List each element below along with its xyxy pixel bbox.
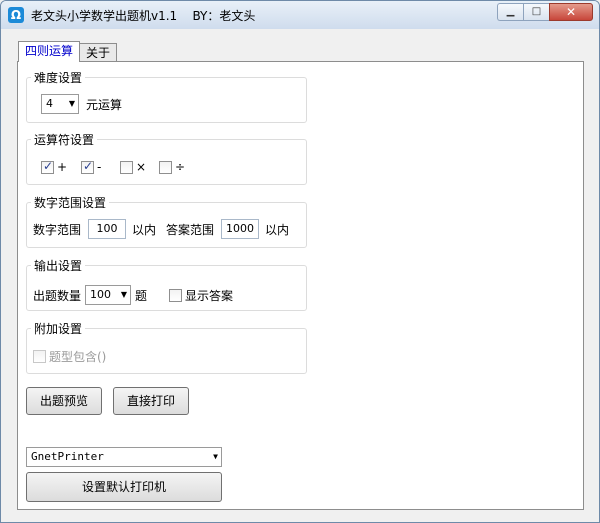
checkbox-plus[interactable] [41,159,54,174]
close-button[interactable]: ✕ [549,3,593,21]
dropdown-arrow-icon: ▼ [120,290,128,299]
number-range-label: 数字范围 [33,222,82,237]
printer-select-value: GnetPrinter [31,450,104,463]
tab-panel-arithmetic: 难度设置 4 ▼ 元运算 运算符设置 + - × [17,61,584,510]
parentheses-option[interactable]: 题型包含() [33,348,106,365]
operator-plus[interactable]: + [41,159,68,174]
extra-group-title: 附加设置 [31,320,86,337]
operator-minus-label: - [97,160,102,174]
question-count-label: 出题数量 [33,288,82,303]
question-count-suffix: 题 [135,288,148,303]
operator-multiply-label: × [136,160,147,174]
parentheses-checkbox[interactable] [33,350,46,363]
checkbox-multiply[interactable] [120,160,133,174]
range-group-title: 数字范围设置 [31,194,110,211]
operators-group: 运算符设置 + - × ÷ [26,131,307,185]
question-count-select[interactable]: 100 ▼ [85,285,132,305]
dropdown-arrow-icon: ▼ [213,452,218,461]
output-row: 出题数量 100 ▼ 题 显示答案 [33,285,233,305]
operand-count-value: 4 [46,97,53,110]
app-window: Ω 老文头小学数学出题机v1.1 BY：老文头 ▁ □ ✕ 四则运算 关于 难度… [0,0,600,523]
number-range-suffix: 以内 [132,222,157,237]
operand-count-select[interactable]: 4 ▼ [41,94,79,114]
printer-select[interactable]: GnetPrinter ▼ [26,447,222,467]
show-answer-checkbox[interactable] [169,288,183,302]
extra-group: 附加设置 题型包含() [26,320,307,374]
tab-arithmetic[interactable]: 四则运算 [18,41,81,62]
answer-range-suffix: 以内 [265,222,290,237]
range-row: 数字范围 100 以内 答案范围 1000 以内 [33,219,289,239]
checkbox-divide[interactable] [159,160,172,174]
question-count-value: 100 [90,288,112,301]
difficulty-group: 难度设置 4 ▼ 元运算 [26,69,307,123]
difficulty-group-title: 难度设置 [31,69,86,86]
app-icon: Ω [8,7,24,23]
number-range-input[interactable]: 100 [88,219,127,239]
operand-count-suffix: 元运算 [86,97,123,112]
output-group: 输出设置 出题数量 100 ▼ 题 显示答案 [26,257,307,311]
tab-strip: 四则运算 关于 [18,41,118,62]
caption-buttons: ▁ □ ✕ [497,3,593,21]
title-bar[interactable]: Ω 老文头小学数学出题机v1.1 BY：老文头 ▁ □ ✕ [1,1,599,29]
operator-multiply[interactable]: × [120,160,146,174]
operators-group-title: 运算符设置 [31,131,98,148]
answer-range-input[interactable]: 1000 [221,219,260,239]
print-button[interactable]: 直接打印 [113,387,189,415]
difficulty-row: 4 ▼ 元运算 [41,94,122,114]
operator-plus-label: + [57,160,68,174]
preview-button[interactable]: 出题预览 [26,387,102,415]
operator-divide-label: ÷ [175,160,186,174]
maximize-button[interactable]: □ [523,3,549,21]
parentheses-label: 题型包含() [49,350,107,364]
minimize-button[interactable]: ▁ [497,3,523,21]
dropdown-arrow-icon: ▼ [68,99,75,108]
operator-minus[interactable]: - [81,159,102,174]
operator-divide[interactable]: ÷ [159,160,185,174]
show-answer-label[interactable]: 显示答案 [185,287,233,304]
output-group-title: 输出设置 [31,257,86,274]
set-default-printer-button[interactable]: 设置默认打印机 [26,472,222,502]
range-group: 数字范围设置 数字范围 100 以内 答案范围 1000 以内 [26,194,307,248]
window-title: 老文头小学数学出题机v1.1 BY：老文头 [31,9,256,23]
tab-about[interactable]: 关于 [79,43,118,62]
checkbox-minus[interactable] [81,159,94,174]
answer-range-label: 答案范围 [166,222,215,237]
